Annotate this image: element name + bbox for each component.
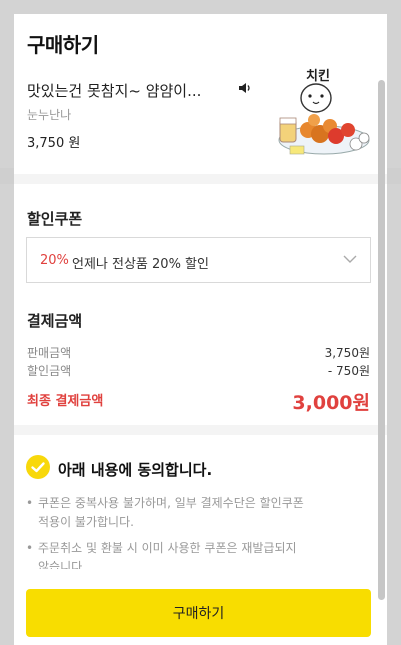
bullet-icon: • <box>26 496 34 510</box>
payment-section-title: 결제금액 <box>27 312 83 330</box>
purchase-modal: 구매하기 맛있는건 못참지~ 얌얌이... 눈누난나 3,750 원 치킨 할인… <box>14 14 387 645</box>
product-price: 3,750 원 <box>27 136 81 151</box>
modal-title: 구매하기 <box>27 33 99 57</box>
notice-line: 않습니다 <box>38 560 83 569</box>
sale-amount-label: 판매금액 <box>27 346 72 360</box>
final-amount-label: 최종 결제금액 <box>27 394 104 409</box>
product-author: 눈누난나 <box>27 108 72 122</box>
speaker-icon[interactable] <box>238 82 252 94</box>
discount-amount-label: 할인금액 <box>27 364 72 378</box>
agreement-title: 아래 내용에 동의합니다. <box>58 461 213 479</box>
coupon-description: 언제나 전상품 20% 할인 <box>72 257 209 272</box>
section-divider <box>14 174 387 184</box>
notice-item: • 주문취소 및 환불 시 이미 사용한 쿠폰은 재발급되지 않습니다 <box>26 539 356 569</box>
coupon-percent: 20% <box>40 253 69 268</box>
section-divider <box>14 425 387 435</box>
check-icon[interactable] <box>26 455 50 479</box>
final-amount-value: 3,000원 <box>292 392 370 414</box>
emoticon-thumbnail: 치킨 <box>278 68 370 155</box>
coupon-section-title: 할인쿠폰 <box>27 210 83 228</box>
coupon-select[interactable]: 20% 언제나 전상품 20% 할인 <box>26 237 371 283</box>
notice-line: 쿠폰은 중복사용 불가하며, 일부 결제수단은 할인쿠폰 <box>38 496 304 510</box>
product-name: 맛있는건 못참지~ 얌얌이... <box>27 82 202 100</box>
scrollbar[interactable] <box>378 80 385 600</box>
discount-amount-value: - 750원 <box>327 364 370 378</box>
notice-item: • 쿠폰은 중복사용 불가하며, 일부 결제수단은 할인쿠폰 적용이 불가합니다… <box>26 494 356 532</box>
bullet-icon: • <box>26 541 34 555</box>
purchase-button[interactable]: 구매하기 <box>26 589 371 637</box>
sticker-text: 치킨 <box>306 68 330 84</box>
chevron-down-icon <box>343 255 357 263</box>
notice-line: 주문취소 및 환불 시 이미 사용한 쿠폰은 재발급되지 <box>38 541 297 555</box>
sale-amount-value: 3,750원 <box>324 346 370 360</box>
notice-line: 적용이 불가합니다. <box>38 515 134 529</box>
